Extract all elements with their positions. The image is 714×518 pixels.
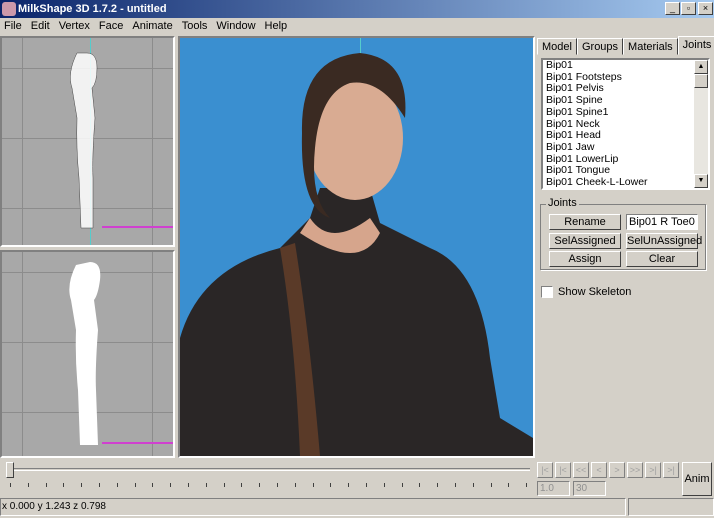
timeline-track[interactable] — [10, 468, 530, 471]
timeline-tick — [277, 483, 278, 487]
maximize-button[interactable]: ▫ — [681, 2, 696, 15]
playback-button-4[interactable]: > — [609, 462, 625, 478]
timeline-tick — [312, 483, 314, 487]
timeline-tick — [205, 483, 207, 487]
timeline-tick — [45, 483, 47, 487]
playback-button-2[interactable]: << — [573, 462, 589, 478]
menu-help[interactable]: Help — [261, 18, 293, 35]
window-title: MilkShape 3D 1.7.2 - untitled — [18, 3, 167, 15]
playback-button-5[interactable]: >> — [627, 462, 643, 478]
menu-bar: File Edit Vertex Face Animate Tools Wind… — [0, 18, 714, 35]
tab-joints[interactable]: Joints — [677, 36, 714, 55]
timeline-tick — [27, 483, 29, 487]
timeline-tick — [366, 483, 367, 487]
viewport-side-vertices[interactable] — [0, 250, 175, 458]
timeline-tick — [526, 483, 528, 487]
menu-tools[interactable]: Tools — [178, 18, 213, 35]
viewport-side-wireframe[interactable] — [0, 36, 175, 247]
sel-assigned-button[interactable]: SelAssigned — [549, 233, 621, 249]
start-frame-field[interactable]: 1.0 — [537, 481, 570, 496]
tab-groups[interactable]: Groups — [576, 38, 624, 55]
timeline-tick — [490, 483, 492, 487]
timeline-tick — [383, 483, 385, 487]
menu-window[interactable]: Window — [212, 18, 260, 35]
playback-button-7[interactable]: >| — [663, 462, 679, 478]
timeline-tick — [348, 483, 350, 487]
menu-file[interactable]: File — [0, 18, 27, 35]
app-icon — [2, 2, 16, 16]
timeline-tick — [419, 483, 421, 487]
timeline-tick — [294, 483, 296, 487]
joints-group-label: Joints — [546, 197, 579, 209]
wireframe-model — [70, 52, 98, 229]
timeline-tick — [437, 483, 439, 487]
timeline-tick — [10, 483, 11, 487]
timeline-tick — [170, 483, 172, 487]
joint-name-input[interactable]: Bip01 R Toe0 — [626, 214, 698, 230]
timeline-tick — [401, 483, 403, 487]
tab-materials[interactable]: Materials — [623, 38, 678, 55]
timeline-tick — [508, 483, 510, 487]
timeline-tick — [259, 483, 261, 487]
sel-unassigned-button[interactable]: SelUnAssigned — [626, 233, 702, 249]
joint-list-item[interactable]: Bip01 — [543, 59, 708, 72]
timeline-slider-thumb[interactable] — [6, 462, 14, 478]
timeline-tick — [152, 483, 154, 487]
menu-edit[interactable]: Edit — [27, 18, 55, 35]
timeline-tick — [330, 483, 332, 487]
minimize-button[interactable]: _ — [665, 2, 680, 15]
clear-button[interactable]: Clear — [626, 251, 698, 267]
panel-tabs: Model Groups Materials Joints — [537, 36, 714, 55]
textured-model — [180, 53, 533, 456]
checkbox-box[interactable] — [541, 286, 553, 298]
timeline-tick — [99, 483, 100, 487]
anim-button[interactable]: Anim — [682, 462, 712, 496]
title-bar: MilkShape 3D 1.7.2 - untitled — [0, 0, 714, 18]
assign-button[interactable]: Assign — [549, 251, 621, 267]
tab-model[interactable]: Model — [537, 38, 577, 55]
show-skeleton-label: Show Skeleton — [558, 286, 632, 298]
timeline-tick — [241, 483, 243, 487]
timeline-tick — [472, 483, 474, 487]
joint-list-item[interactable]: Bip01 Spine1 — [543, 106, 708, 119]
viewport-3d[interactable] — [178, 36, 535, 458]
playback-button-1[interactable]: |< — [555, 462, 571, 478]
timeline-tick — [63, 483, 65, 487]
close-button[interactable]: × — [698, 2, 713, 15]
status-bar-pane — [628, 498, 714, 516]
timeline-tick — [188, 483, 189, 487]
menu-vertex[interactable]: Vertex — [55, 18, 95, 35]
vertex-model — [69, 262, 101, 445]
menu-animate[interactable]: Animate — [128, 18, 177, 35]
end-frame-field[interactable]: 30 — [573, 481, 606, 496]
timeline-tick — [81, 483, 83, 487]
joint-list-item[interactable]: Bip01 Cheek-L-Lower — [543, 176, 708, 189]
scroll-down-icon[interactable]: ▼ — [694, 174, 708, 188]
timeline-tick — [455, 483, 456, 487]
status-bar: x 0.000 y 1.243 z 0.798 — [0, 498, 626, 516]
playback-button-0[interactable]: |< — [537, 462, 553, 478]
joints-scrollbar[interactable]: ▲ ▼ — [694, 60, 708, 188]
timeline-tick — [116, 483, 118, 487]
joint-list-item[interactable]: Bip01 Jaw — [543, 141, 708, 154]
playback-button-6[interactable]: >| — [645, 462, 661, 478]
coords-readout: x 0.000 y 1.243 z 0.798 — [2, 501, 106, 512]
rename-button[interactable]: Rename — [549, 214, 621, 230]
playback-button-3[interactable]: < — [591, 462, 607, 478]
menu-face[interactable]: Face — [95, 18, 128, 35]
scroll-up-icon[interactable]: ▲ — [694, 60, 708, 74]
timeline-tick — [134, 483, 136, 487]
show-skeleton-checkbox[interactable]: Show Skeleton — [541, 286, 631, 298]
joints-list[interactable]: Bip01 Bip01 Footsteps Bip01 Pelvis Bip01 Sp… — [541, 58, 710, 190]
scroll-thumb[interactable] — [694, 74, 708, 88]
timeline-tick — [223, 483, 225, 487]
